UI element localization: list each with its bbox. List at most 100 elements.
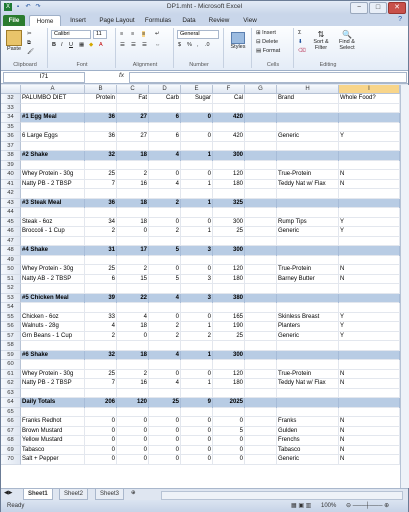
cell-a[interactable] <box>21 255 85 265</box>
cell-c[interactable]: 18 <box>117 217 149 227</box>
row-header[interactable]: 63 <box>1 388 21 398</box>
cell-g[interactable] <box>245 141 277 151</box>
cell-g[interactable] <box>245 350 277 360</box>
cell-a[interactable]: 6 Large Eggs <box>21 132 85 142</box>
cell-d[interactable] <box>149 388 181 398</box>
cell-f[interactable]: 25 <box>213 331 245 341</box>
cell-i[interactable] <box>339 113 400 123</box>
cell-f[interactable]: 2025 <box>213 398 245 408</box>
cell-a[interactable] <box>21 388 85 398</box>
cell-a[interactable] <box>21 360 85 370</box>
cell-i[interactable] <box>339 407 400 417</box>
copy-icon[interactable]: ⧉ <box>27 40 31 47</box>
cell-h[interactable]: Barney Butter <box>277 274 339 284</box>
cell-d[interactable]: 4 <box>149 379 181 389</box>
cell-b[interactable]: 0 <box>85 455 117 465</box>
cell-g[interactable] <box>245 369 277 379</box>
cell-a[interactable] <box>21 189 85 199</box>
font-size-select[interactable]: 11 <box>93 30 107 39</box>
cell-i[interactable] <box>339 303 400 313</box>
cell-b[interactable]: 206 <box>85 398 117 408</box>
cell-a[interactable] <box>21 284 85 294</box>
row-header[interactable]: 66 <box>1 417 21 427</box>
row-header[interactable]: 48 <box>1 246 21 256</box>
cell-d[interactable]: 25 <box>149 398 181 408</box>
cell-d[interactable] <box>149 284 181 294</box>
cell-g[interactable] <box>245 312 277 322</box>
cell-i[interactable] <box>339 255 400 265</box>
cell-e[interactable] <box>181 141 213 151</box>
cell-f[interactable] <box>213 388 245 398</box>
cell-f[interactable] <box>213 284 245 294</box>
row-header[interactable]: 65 <box>1 407 21 417</box>
cell-e[interactable] <box>181 388 213 398</box>
italic-icon[interactable]: I <box>61 42 63 48</box>
cell-c[interactable]: 0 <box>117 417 149 427</box>
cell-d[interactable] <box>149 360 181 370</box>
cell-b[interactable] <box>85 103 117 113</box>
row-header[interactable]: 61 <box>1 369 21 379</box>
cell-b[interactable]: 36 <box>85 198 117 208</box>
cell-f[interactable]: 190 <box>213 322 245 332</box>
cell-a[interactable]: Chicken - 6oz <box>21 312 85 322</box>
cell-f[interactable]: 25 <box>213 227 245 237</box>
row-header[interactable]: 68 <box>1 436 21 446</box>
cell-b[interactable] <box>85 284 117 294</box>
cell-c[interactable]: 120 <box>117 398 149 408</box>
cell-i[interactable]: N <box>339 274 400 284</box>
cell-d[interactable] <box>149 141 181 151</box>
cell-d[interactable] <box>149 303 181 313</box>
cell-f[interactable] <box>213 236 245 246</box>
cell-h[interactable] <box>277 103 339 113</box>
cell-b[interactable] <box>85 341 117 351</box>
cell-a[interactable]: Tabasco <box>21 445 85 455</box>
horizontal-scrollbar[interactable] <box>161 491 403 500</box>
cell-i[interactable] <box>339 284 400 294</box>
cell-a[interactable] <box>21 208 85 218</box>
cell-d[interactable] <box>149 255 181 265</box>
row-header[interactable]: 62 <box>1 379 21 389</box>
cell-b[interactable]: 2 <box>85 331 117 341</box>
cell-b[interactable]: 33 <box>85 312 117 322</box>
cell-i[interactable] <box>339 141 400 151</box>
cell-d[interactable]: 0 <box>149 170 181 180</box>
cell-d[interactable]: 4 <box>149 293 181 303</box>
row-header[interactable]: 39 <box>1 160 21 170</box>
underline-icon[interactable]: U <box>69 42 73 48</box>
cell-d[interactable] <box>149 122 181 132</box>
cell-d[interactable]: 0 <box>149 265 181 275</box>
cell-e[interactable]: 3 <box>181 274 213 284</box>
cell-c[interactable]: 0 <box>117 426 149 436</box>
cell-a[interactable] <box>21 303 85 313</box>
cell-d[interactable] <box>149 341 181 351</box>
cell-e[interactable]: 3 <box>181 293 213 303</box>
align-left-icon[interactable]: ☰ <box>120 42 125 48</box>
cell-d[interactable] <box>149 236 181 246</box>
cell-f[interactable] <box>213 341 245 351</box>
cell-b[interactable]: 36 <box>85 132 117 142</box>
row-header[interactable]: 45 <box>1 217 21 227</box>
fill-icon[interactable]: ⬇ <box>298 39 303 45</box>
cell-c[interactable]: 2 <box>117 170 149 180</box>
cell-h[interactable]: True-Protein <box>277 369 339 379</box>
zoom-slider[interactable]: ⊖ ───┼─── ⊕ <box>346 500 389 512</box>
cell-h[interactable]: True-Protein <box>277 265 339 275</box>
cell-e[interactable]: 0 <box>181 312 213 322</box>
cell-f[interactable] <box>213 141 245 151</box>
cell-i[interactable] <box>339 103 400 113</box>
cell-h[interactable] <box>277 160 339 170</box>
cell-a[interactable]: Walnuts - 28g <box>21 322 85 332</box>
cell-c[interactable]: 27 <box>117 113 149 123</box>
cell-h[interactable] <box>277 303 339 313</box>
cell-i[interactable]: N <box>339 179 400 189</box>
cell-h[interactable] <box>277 255 339 265</box>
maximize-button[interactable]: □ <box>369 2 387 14</box>
cell-h[interactable]: Generic <box>277 331 339 341</box>
cell-g[interactable] <box>245 160 277 170</box>
cell-h[interactable] <box>277 113 339 123</box>
cell-f[interactable]: 380 <box>213 293 245 303</box>
cell-e[interactable]: 1 <box>181 227 213 237</box>
cell-c[interactable] <box>117 160 149 170</box>
cell-c[interactable]: 18 <box>117 322 149 332</box>
cell-b[interactable] <box>85 122 117 132</box>
